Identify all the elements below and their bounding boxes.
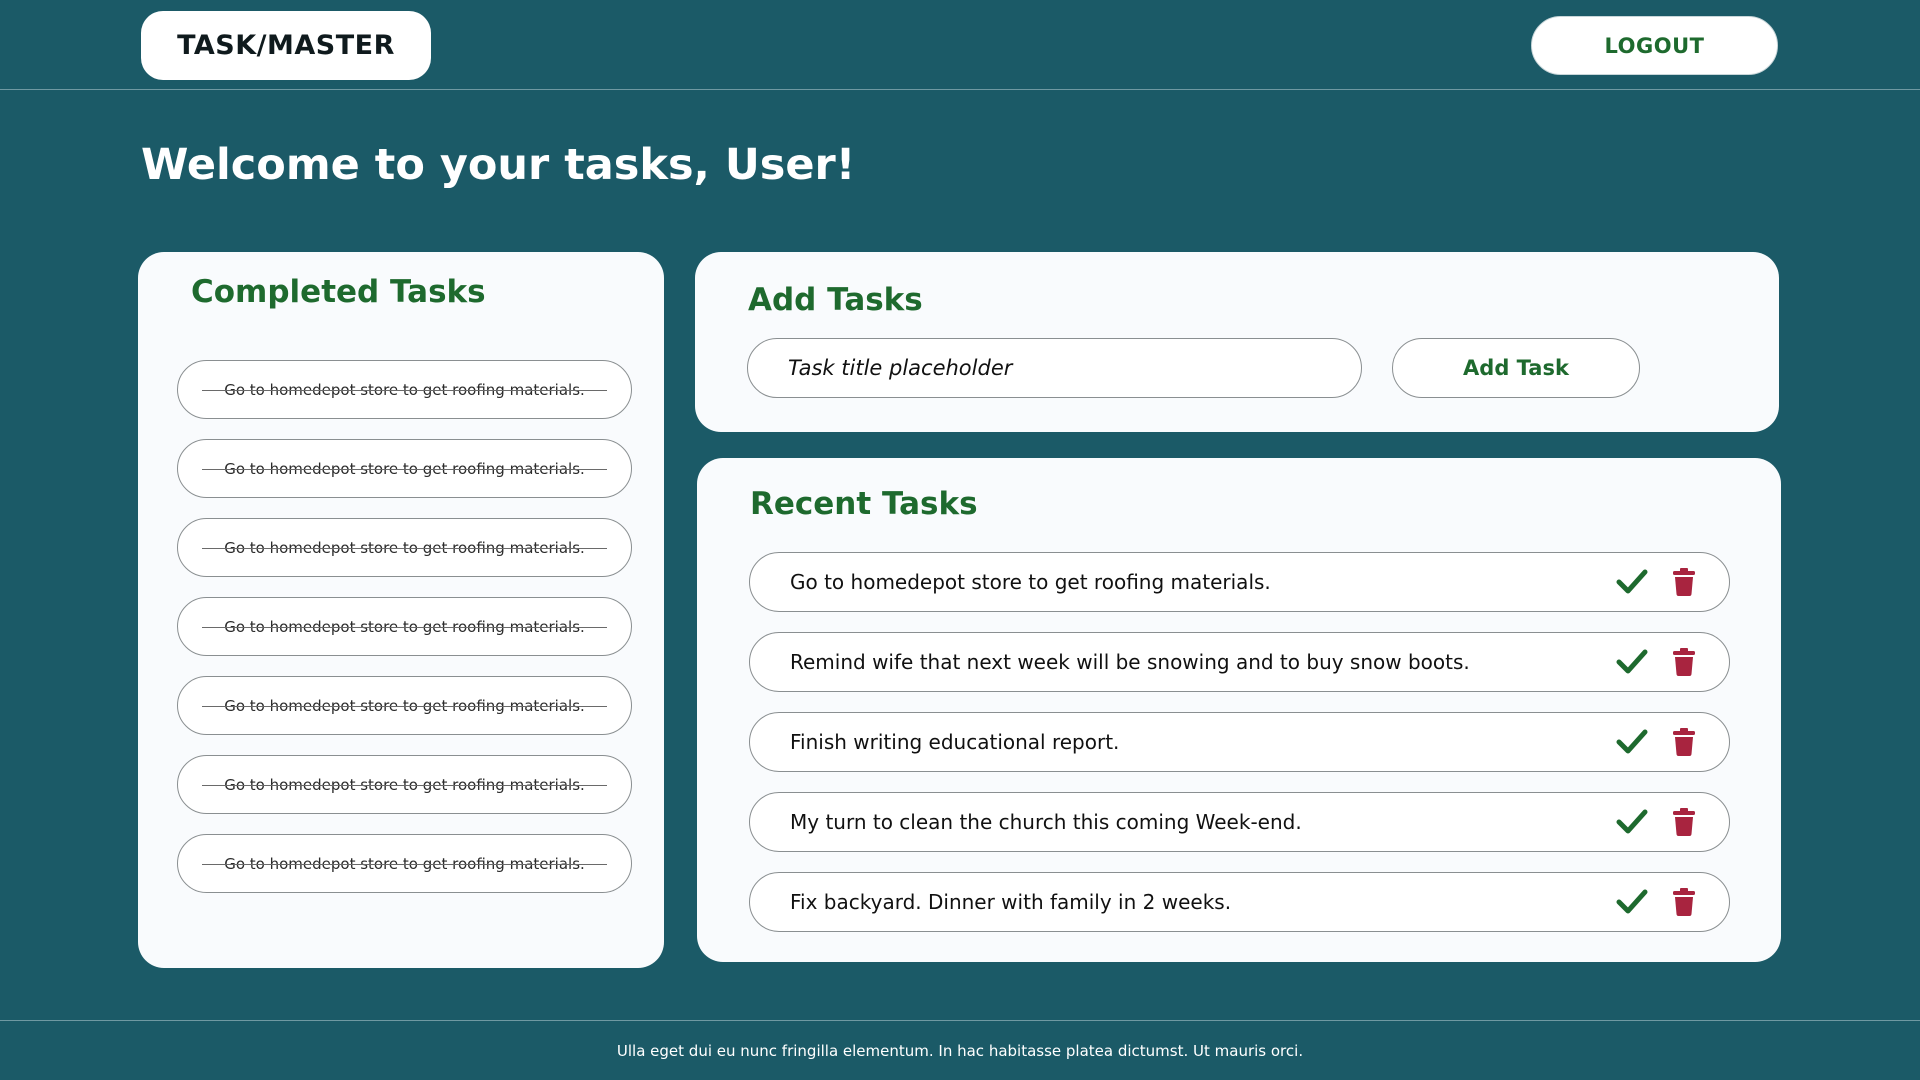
recent-tasks-card: Recent Tasks Go to homedepot store to ge… [697, 458, 1781, 962]
completed-task-text: Go to homedepot store to get roofing mat… [202, 381, 607, 399]
trash-icon[interactable] [1672, 888, 1696, 916]
completed-task-item: Go to homedepot store to get roofing mat… [177, 518, 632, 577]
add-tasks-card: Add Tasks Add Task [695, 252, 1779, 432]
completed-tasks-card: Completed Tasks Go to homedepot store to… [138, 252, 664, 968]
completed-tasks-list: Go to homedepot store to get roofing mat… [177, 360, 632, 913]
recent-task-text: Fix backyard. Dinner with family in 2 we… [790, 890, 1232, 914]
recent-task-text: My turn to clean the church this coming … [790, 810, 1302, 834]
page-title: Welcome to your tasks, User! [141, 140, 856, 190]
trash-icon[interactable] [1672, 648, 1696, 676]
trash-icon[interactable] [1672, 808, 1696, 836]
recent-task-item: Remind wife that next week will be snowi… [749, 632, 1730, 692]
completed-task-item: Go to homedepot store to get roofing mat… [177, 597, 632, 656]
add-tasks-title: Add Tasks [748, 282, 923, 318]
check-icon[interactable] [1616, 727, 1648, 757]
completed-task-text: Go to homedepot store to get roofing mat… [202, 460, 607, 478]
completed-task-item: Go to homedepot store to get roofing mat… [177, 360, 632, 419]
completed-task-text: Go to homedepot store to get roofing mat… [202, 539, 607, 557]
completed-task-text: Go to homedepot store to get roofing mat… [202, 618, 607, 636]
check-icon[interactable] [1616, 887, 1648, 917]
completed-tasks-title: Completed Tasks [191, 274, 486, 310]
recent-task-text: Remind wife that next week will be snowi… [790, 650, 1470, 674]
recent-task-item: Go to homedepot store to get roofing mat… [749, 552, 1730, 612]
add-task-button[interactable]: Add Task [1392, 338, 1640, 398]
trash-icon[interactable] [1672, 568, 1696, 596]
task-title-input[interactable] [747, 338, 1362, 398]
logout-button[interactable]: LOGOUT [1531, 16, 1778, 75]
header: TASK/MASTER LOGOUT [0, 0, 1920, 90]
brand-logo: TASK/MASTER [141, 11, 431, 80]
completed-task-item: Go to homedepot store to get roofing mat… [177, 755, 632, 814]
completed-task-item: Go to homedepot store to get roofing mat… [177, 834, 632, 893]
recent-task-text: Finish writing educational report. [790, 730, 1120, 754]
recent-tasks-title: Recent Tasks [750, 486, 978, 522]
trash-icon[interactable] [1672, 728, 1696, 756]
completed-task-text: Go to homedepot store to get roofing mat… [202, 776, 607, 794]
recent-tasks-list: Go to homedepot store to get roofing mat… [749, 552, 1730, 952]
check-icon[interactable] [1616, 807, 1648, 837]
recent-task-item: My turn to clean the church this coming … [749, 792, 1730, 852]
completed-task-item: Go to homedepot store to get roofing mat… [177, 676, 632, 735]
check-icon[interactable] [1616, 567, 1648, 597]
recent-task-text: Go to homedepot store to get roofing mat… [790, 570, 1271, 594]
completed-task-item: Go to homedepot store to get roofing mat… [177, 439, 632, 498]
recent-task-item: Fix backyard. Dinner with family in 2 we… [749, 872, 1730, 932]
footer-text: Ulla eget dui eu nunc fringilla elementu… [0, 1020, 1920, 1080]
recent-task-item: Finish writing educational report. [749, 712, 1730, 772]
check-icon[interactable] [1616, 647, 1648, 677]
completed-task-text: Go to homedepot store to get roofing mat… [202, 855, 607, 873]
completed-task-text: Go to homedepot store to get roofing mat… [202, 697, 607, 715]
page: TASK/MASTER LOGOUT Welcome to your tasks… [0, 0, 1920, 1080]
